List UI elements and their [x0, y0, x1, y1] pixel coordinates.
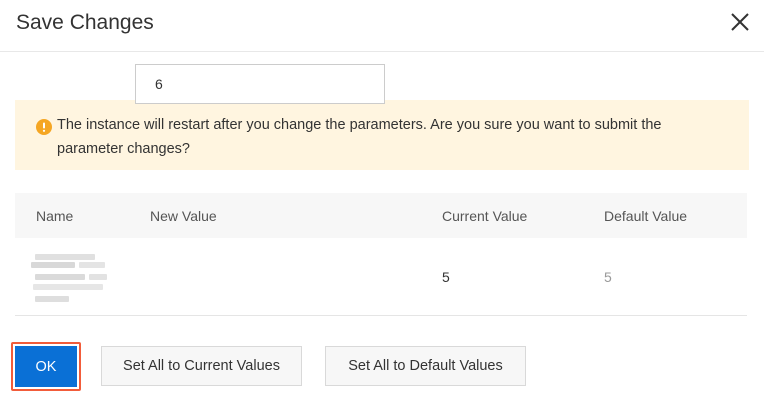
column-header-name: Name — [36, 208, 74, 224]
dialog-title: Save Changes — [16, 11, 154, 34]
save-changes-dialog: Save Changes The instance will restart a… — [0, 0, 764, 406]
set-all-current-button[interactable]: Set All to Current Values — [101, 346, 302, 386]
column-header-new-value: New Value — [150, 208, 217, 224]
column-header-default-value: Default Value — [604, 208, 688, 224]
new-value-input[interactable] — [135, 64, 385, 104]
table-header: Name New Value Current Value Default Val… — [15, 193, 747, 238]
table-row: 5 5 — [15, 238, 747, 316]
dialog-header: Save Changes — [0, 0, 764, 52]
alert-message: The instance will restart after you chan… — [57, 117, 662, 157]
set-all-default-button[interactable]: Set All to Default Values — [325, 346, 526, 386]
dialog-footer: OK Set All to Current Values Set All to … — [0, 340, 764, 394]
parameter-name-redacted — [31, 252, 111, 304]
close-icon — [731, 13, 749, 31]
ok-button[interactable]: OK — [15, 346, 77, 387]
warning-icon — [36, 119, 52, 135]
restart-warning-alert: The instance will restart after you chan… — [15, 100, 749, 170]
close-button[interactable] — [728, 10, 752, 34]
current-value-cell: 5 — [442, 269, 450, 285]
default-value-cell: 5 — [604, 269, 612, 285]
parameter-table: Name New Value Current Value Default Val… — [15, 193, 747, 316]
column-header-current-value: Current Value — [442, 208, 528, 224]
